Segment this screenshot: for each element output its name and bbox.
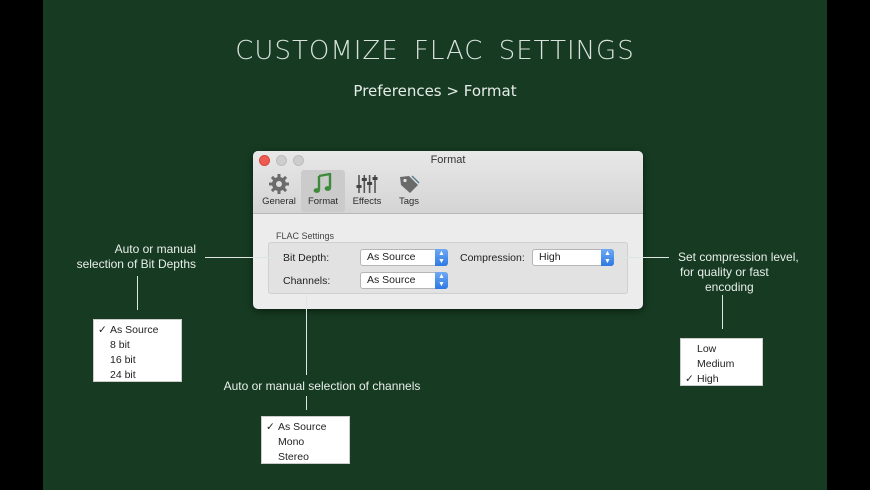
tab-tags[interactable]: Tags <box>387 170 431 212</box>
menu-item[interactable]: Mono <box>262 435 349 450</box>
updown-chevron-icon: ▲ ▼ <box>435 249 448 266</box>
tab-format[interactable]: Format <box>301 170 345 212</box>
tab-effects[interactable]: Effects <box>345 170 389 212</box>
menu-item[interactable]: Medium <box>681 357 762 372</box>
format-preferences-window: Format General Format Effects Tags FLAC … <box>253 151 643 309</box>
compression-note-line3: encoding <box>705 280 754 294</box>
menu-item[interactable]: ✓ High <box>681 372 762 387</box>
callout-line <box>137 276 138 310</box>
callout-line <box>614 257 669 258</box>
tag-icon <box>400 175 420 193</box>
tab-general[interactable]: General <box>257 170 301 212</box>
equalizer-sliders-icon <box>356 175 378 193</box>
updown-chevron-icon: ▲ ▼ <box>601 249 614 266</box>
menu-item[interactable]: ✓ As Source <box>262 420 349 435</box>
bit-depth-note-line2: selection of Bit Depths <box>76 257 196 271</box>
bit-depth-popup[interactable]: As Source ▲ ▼ <box>360 249 448 266</box>
callout-line <box>306 295 307 375</box>
bit-depth-value: As Source <box>367 251 416 263</box>
window-title: Format <box>430 154 466 166</box>
compression-note-line2: for quality or fast <box>680 265 769 279</box>
music-note-icon <box>313 173 332 193</box>
tab-format-label: Format <box>307 196 339 207</box>
gear-icon <box>269 174 289 194</box>
compression-note: Set compression level, for quality or fa… <box>678 250 814 295</box>
bit-depth-note: Auto or manual selection of Bit Depths <box>60 242 196 272</box>
tab-effects-label: Effects <box>352 196 382 207</box>
bit-depth-label: Bit Depth: <box>283 252 330 264</box>
tab-general-label: General <box>262 196 296 207</box>
callout-line <box>205 257 285 258</box>
flac-settings-group: Bit Depth: As Source ▲ ▼ Compression: Hig… <box>268 242 628 294</box>
compression-label: Compression: <box>460 252 525 264</box>
page-subheadline: Preferences > Format <box>353 82 517 100</box>
menu-item[interactable]: Stereo <box>262 450 349 465</box>
flac-settings-heading: FLAC Settings <box>276 231 335 241</box>
channels-value: As Source <box>367 274 416 286</box>
page-headline: CUSTOMIZE FLAC SETTINGS <box>235 36 635 66</box>
compression-value: High <box>539 251 561 263</box>
tab-tags-label: Tags <box>398 196 420 207</box>
checkmark-icon: ✓ <box>266 421 275 433</box>
compression-popup[interactable]: High ▲ ▼ <box>532 249 614 266</box>
bit-depth-menu: ✓ As Source 8 bit 16 bit 24 bit <box>93 319 182 382</box>
channels-popup[interactable]: As Source ▲ ▼ <box>360 272 448 289</box>
channels-note: Auto or manual selection of channels <box>223 379 421 393</box>
updown-chevron-icon: ▲ ▼ <box>435 272 448 289</box>
menu-item[interactable]: ✓ As Source <box>94 323 181 338</box>
menu-item[interactable]: 24 bit <box>94 368 181 383</box>
callout-line <box>306 396 307 410</box>
menu-item[interactable]: 16 bit <box>94 353 181 368</box>
checkmark-icon: ✓ <box>685 373 694 385</box>
channels-menu: ✓ As Source Mono Stereo <box>261 416 350 464</box>
channels-label: Channels: <box>283 275 331 287</box>
menu-item[interactable]: 8 bit <box>94 338 181 353</box>
compression-note-line1: Set compression level, <box>678 250 799 264</box>
checkmark-icon: ✓ <box>98 324 107 336</box>
callout-line <box>722 295 723 329</box>
compression-menu: Low Medium ✓ High <box>680 338 763 386</box>
bit-depth-note-line1: Auto or manual <box>114 242 196 256</box>
menu-item[interactable]: Low <box>681 342 762 357</box>
window-titlebar: Format General Format Effects Tags <box>253 151 643 214</box>
